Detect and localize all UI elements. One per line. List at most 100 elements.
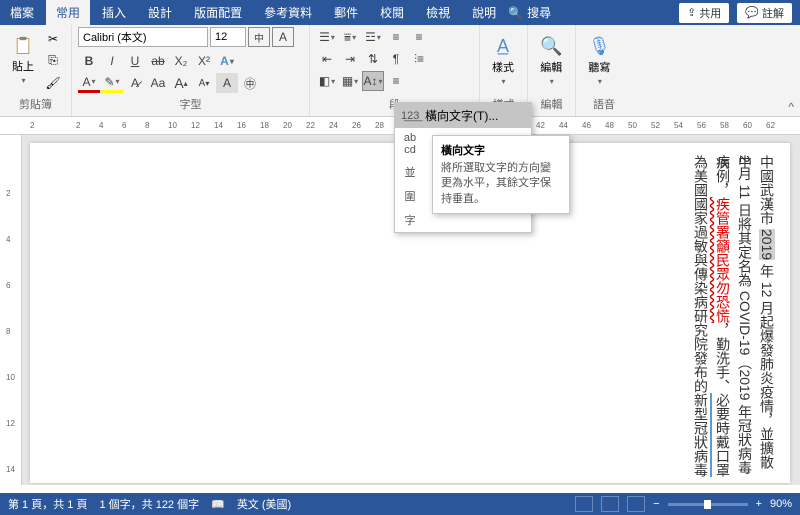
grow-font-button[interactable]: A▴ (170, 73, 192, 93)
dictate-label: 聽寫 (588, 59, 610, 75)
menu-view[interactable]: 檢視 (416, 0, 460, 25)
text-direction-button[interactable]: A↕▾ (362, 71, 384, 91)
menu-help[interactable]: 說明 (462, 0, 506, 25)
font-name-select[interactable] (78, 27, 208, 47)
share-button[interactable]: ⇪ 共用 (679, 3, 729, 23)
align-left-button[interactable]: ≡ (385, 27, 407, 47)
align-right-button[interactable]: ≡ (385, 71, 407, 91)
strikethrough-button[interactable]: ab (147, 51, 169, 71)
bullets-button[interactable]: ☰▾ (316, 27, 338, 47)
styles-label: 樣式 (492, 59, 514, 75)
status-words[interactable]: 1 個字，共 122 個字 (99, 496, 199, 512)
ruler-tick: 14 (6, 465, 15, 474)
status-spellcheck-icon[interactable]: 📖 (211, 498, 225, 511)
numbering-button[interactable]: ⩸▾ (339, 27, 361, 47)
font-color-button[interactable]: A▾ (78, 73, 100, 93)
format-painter-button[interactable]: 🖌 (42, 73, 64, 93)
chevron-down-icon: ▾ (501, 77, 505, 86)
titlebar: 檔案 常用 插入 設計 版面配置 參考資料 郵件 校閱 檢視 說明 🔍 搜尋 ⇪… (0, 0, 800, 25)
clear-format-button[interactable]: A̷ (124, 73, 146, 93)
menubar: 檔案 常用 插入 設計 版面配置 參考資料 郵件 校閱 檢視 說明 🔍 搜尋 (0, 0, 551, 25)
vertical-ruler[interactable]: 2468101214 (0, 135, 22, 485)
clipboard-icon (13, 36, 33, 56)
ruler-tick: 44 (559, 121, 568, 130)
zoom-in-button[interactable]: + (756, 498, 762, 510)
ruler-tick: 20 (283, 121, 292, 130)
ruler-tick: 28 (375, 121, 384, 130)
show-marks-button[interactable]: ¶ (385, 49, 407, 69)
text-run: 為美國國家過敏與傳染病研究院發布的 (693, 155, 709, 393)
comment-icon: 💬 (745, 6, 759, 19)
menu-insert[interactable]: 插入 (92, 0, 136, 25)
editing-button[interactable]: 🔍 編輯 ▾ (534, 27, 568, 94)
status-language[interactable]: 英文 (美國) (237, 496, 291, 512)
statusbar: 第 1 頁，共 1 頁 1 個字，共 122 個字 📖 英文 (美國) − + … (0, 493, 800, 515)
share-icon: ⇪ (687, 6, 696, 19)
ruler-tick: 24 (329, 121, 338, 130)
text-run-link: 新型冠狀病毒 (693, 393, 712, 477)
line-spacing-button[interactable]: ⫶≡ (408, 49, 430, 69)
view-web-button[interactable] (627, 496, 645, 512)
ruler-tick: 60 (743, 121, 752, 130)
bold-button[interactable]: B (78, 51, 100, 71)
text-line-3[interactable]: 病例，疾管署籲民眾勿恐慌，勤洗手、必要時戴口罩 (712, 155, 734, 477)
search-box[interactable]: 🔍 搜尋 (508, 0, 551, 25)
menu-file[interactable]: 檔案 (0, 0, 44, 25)
view-read-button[interactable] (575, 496, 593, 512)
ruler-tick: 42 (536, 121, 545, 130)
menu-home[interactable]: 常用 (46, 0, 90, 25)
zoom-level[interactable]: 90% (770, 498, 792, 510)
chevron-down-icon: ▾ (21, 76, 25, 85)
underline-button[interactable]: U (124, 51, 146, 71)
comments-button[interactable]: 💬 註解 (737, 3, 792, 23)
horizontal-text-icon: 1̲2̲3̲ (401, 110, 419, 122)
shrink-font-button[interactable]: A▾ (193, 73, 215, 93)
text-effects-button[interactable]: A▾ (216, 51, 238, 71)
ruler-tick: 48 (605, 121, 614, 130)
paste-label: 貼上 (12, 58, 34, 74)
ruler-tick: 12 (6, 419, 15, 428)
italic-button[interactable]: I (101, 51, 123, 71)
align-center-button[interactable]: ≡ (408, 27, 430, 47)
copy-button[interactable]: ⎘ (42, 51, 64, 71)
multilevel-button[interactable]: ☲▾ (362, 27, 384, 47)
menu-references[interactable]: 參考資料 (254, 0, 322, 25)
ruler-tick: 8 (145, 121, 149, 130)
paste-button[interactable]: 貼上 ▾ (6, 27, 40, 94)
combine-chars-icon: ab cd (401, 132, 419, 156)
dropdown-item-horizontal[interactable]: 1̲2̲3̲ 橫向文字(T)... (395, 103, 531, 128)
styles-button[interactable]: A̲ 樣式 ▾ (486, 27, 520, 94)
ruler-tick: 6 (6, 281, 10, 290)
enclose-char-button[interactable]: ㊥ (239, 73, 261, 93)
subscript-button[interactable]: X₂ (170, 51, 192, 71)
menu-mailings[interactable]: 郵件 (324, 0, 368, 25)
phonetic-guide-button[interactable]: 中 (248, 27, 270, 47)
increase-indent-button[interactable]: ⇥ (339, 49, 361, 69)
zoom-slider[interactable] (668, 503, 748, 506)
menu-review[interactable]: 校閱 (370, 0, 414, 25)
ruler-tick: 8 (6, 327, 10, 336)
font-group-label: 字型 (78, 94, 303, 114)
shading-button[interactable]: ◧▾ (316, 71, 338, 91)
superscript-button[interactable]: X² (193, 51, 215, 71)
zoom-out-button[interactable]: − (653, 498, 659, 510)
highlight-button[interactable]: ✎▾ (101, 73, 123, 93)
char-shading-button[interactable]: A (216, 73, 238, 93)
menu-design[interactable]: 設計 (138, 0, 182, 25)
sort-button[interactable]: ⇅ (362, 49, 384, 69)
view-print-button[interactable] (601, 496, 619, 512)
borders-button[interactable]: ▦▾ (339, 71, 361, 91)
collapse-ribbon-button[interactable]: ^ (788, 100, 794, 114)
char-border-button[interactable]: A (272, 27, 294, 47)
change-case-button[interactable]: Aa (147, 73, 169, 93)
cut-button[interactable]: ✂ (42, 29, 64, 49)
decrease-indent-button[interactable]: ⇤ (316, 49, 338, 69)
font-size-select[interactable] (210, 27, 246, 47)
status-page[interactable]: 第 1 頁，共 1 頁 (8, 496, 87, 512)
search-icon: 🔍 (508, 6, 523, 20)
chevron-down-icon: ▾ (550, 77, 554, 86)
dictate-button[interactable]: 🎙 聽寫 ▾ (582, 27, 617, 94)
text-line-4[interactable]: 為美國國家過敏與傳染病研究院發布的新型冠狀病毒 (690, 155, 712, 477)
search-label: 搜尋 (527, 4, 551, 21)
menu-layout[interactable]: 版面配置 (184, 0, 252, 25)
